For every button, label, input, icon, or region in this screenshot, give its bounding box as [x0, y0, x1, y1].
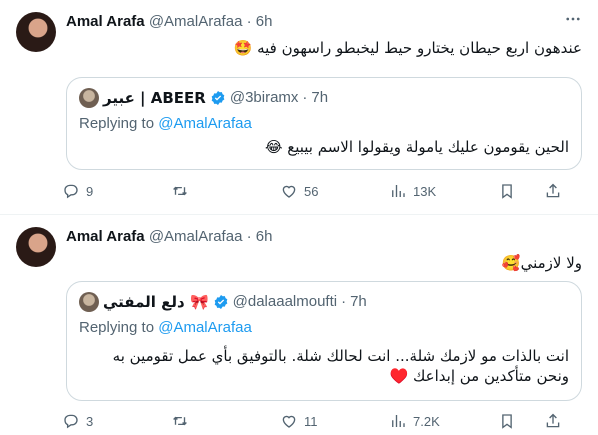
like-count: 11 — [304, 413, 318, 429]
tweet-header: Amal Arafa @AmalArafaa · 6h — [66, 227, 272, 247]
quote-timestamp: 7h — [350, 293, 367, 310]
avatar[interactable] — [16, 227, 56, 267]
tweet-text: ولا لازمني🥰 — [501, 254, 582, 272]
share-button[interactable] — [544, 181, 562, 201]
reply-icon — [64, 184, 78, 199]
replying-to: Replying to @AmalArafaa — [79, 114, 252, 134]
quote-header: عبير | ABEER @3biramx · 7h — [79, 88, 328, 108]
tweet-text: عندهون اربع حيطان يختارو حيط ليخبطو راسه… — [233, 39, 582, 57]
timestamp[interactable]: 6h — [256, 13, 273, 30]
views-icon — [392, 185, 405, 197]
like-icon — [282, 415, 296, 428]
author-handle[interactable]: @AmalArafaa — [149, 228, 243, 245]
retweet-button[interactable] — [171, 181, 195, 201]
retweet-icon — [173, 186, 187, 196]
replying-mention[interactable]: @AmalArafaa — [158, 319, 252, 336]
bookmark-button[interactable] — [498, 411, 516, 431]
separator-dot: · — [341, 293, 347, 310]
reply-button[interactable]: 3 — [62, 411, 93, 431]
separator-dot: · — [246, 228, 252, 245]
retweet-button[interactable] — [171, 411, 195, 431]
author-name[interactable]: Amal Arafa — [66, 13, 145, 30]
action-bar: 9 56 13K — [62, 181, 582, 201]
like-icon — [282, 185, 296, 198]
replying-mention[interactable]: @AmalArafaa — [158, 115, 252, 132]
reply-button[interactable]: 9 — [62, 181, 93, 201]
quote-author-name: دلع المفتي 🎀 — [103, 293, 209, 311]
timestamp[interactable]: 6h — [256, 228, 273, 245]
tweet-header: Amal Arafa @AmalArafaa · 6h — [66, 12, 272, 32]
reply-count: 9 — [86, 183, 94, 199]
views-button[interactable]: 7.2K — [389, 411, 440, 431]
author-name[interactable]: Amal Arafa — [66, 228, 145, 245]
views-count: 13K — [413, 183, 437, 199]
reply-count: 3 — [86, 413, 94, 429]
replying-to: Replying to @AmalArafaa — [79, 318, 252, 338]
views-icon — [392, 415, 405, 427]
replying-label: Replying to — [79, 115, 159, 132]
action-bar: 3 11 7.2K — [62, 411, 582, 431]
tweet[interactable]: Amal Arafa @AmalArafaa · 6h عندهون اربع … — [0, 0, 598, 214]
author-handle[interactable]: @AmalArafaa — [149, 13, 243, 30]
quote-author-handle: @dalaaalmoufti — [232, 293, 338, 310]
avatar[interactable] — [16, 12, 56, 52]
quote-author-handle: @3biramx — [229, 89, 299, 106]
views-count: 7.2K — [413, 413, 440, 429]
bookmark-icon — [502, 414, 512, 429]
quote-avatar — [79, 292, 99, 312]
like-button[interactable]: 56 — [280, 181, 318, 201]
share-icon — [546, 413, 560, 428]
like-count: 56 — [304, 183, 319, 199]
like-button[interactable]: 11 — [280, 411, 318, 431]
quote-text: انت بالذات مو لازمك شلة... انت لحالك شلة… — [112, 347, 569, 385]
replying-label: Replying to — [79, 319, 159, 336]
verified-badge-icon — [214, 295, 227, 309]
quote-text: الحين يقومون عليك يامولة ويقولوا الاسم ب… — [264, 138, 569, 156]
separator-dot: · — [246, 13, 252, 30]
separator-dot: · — [302, 89, 308, 106]
quoted-tweet[interactable]: دلع المفتي 🎀 @dalaaalmoufti · 7h Replyin… — [66, 281, 582, 401]
more-icon[interactable] — [562, 10, 584, 32]
quote-author-name: عبير | ABEER — [103, 89, 206, 107]
tweet[interactable]: Amal Arafa @AmalArafaa · 6h ولا لازمني🥰 … — [0, 214, 598, 435]
quote-avatar — [79, 88, 99, 108]
quoted-tweet[interactable]: عبير | ABEER @3biramx · 7h Replying to @… — [66, 77, 582, 170]
views-button[interactable]: 13K — [389, 181, 436, 201]
verified-badge-icon — [211, 91, 225, 105]
quote-timestamp: 7h — [311, 89, 329, 106]
reply-icon — [64, 414, 78, 429]
retweet-icon — [173, 416, 187, 426]
bookmark-button[interactable] — [498, 181, 516, 201]
share-button[interactable] — [544, 411, 562, 431]
bookmark-icon — [502, 184, 512, 199]
quote-header: دلع المفتي 🎀 @dalaaalmoufti · 7h — [79, 292, 367, 312]
share-icon — [546, 183, 560, 198]
